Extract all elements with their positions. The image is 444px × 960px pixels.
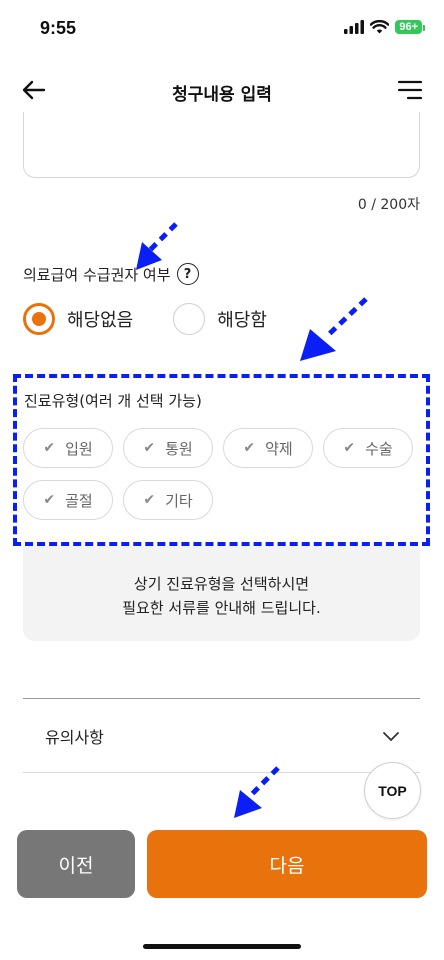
prev-button[interactable]: 이전 [17, 830, 135, 898]
chip-fracture[interactable]: ✔ 골절 [23, 480, 113, 520]
chip-label: 수술 [365, 439, 393, 458]
radio-label: 해당함 [217, 310, 267, 331]
chip-label: 기타 [165, 491, 193, 510]
chip-surgery[interactable]: ✔ 수술 [323, 428, 413, 468]
medical-aid-radio-group: 해당없음 해당함 [23, 303, 267, 335]
check-icon: ✔ [43, 492, 56, 508]
check-icon: ✔ [343, 440, 356, 456]
radio-checked-icon [23, 303, 55, 335]
chip-outpatient[interactable]: ✔ 통원 [123, 428, 213, 468]
chip-other[interactable]: ✔ 기타 [123, 480, 213, 520]
menu-button[interactable] [396, 76, 424, 104]
medical-aid-label: 의료급여 수급권자 여부 [23, 265, 171, 284]
chip-inpatient[interactable]: ✔ 입원 [23, 428, 113, 468]
info-box: 상기 진료유형을 선택하시면 필요한 서류를 안내해 드립니다. [23, 546, 420, 641]
battery-icon: 96+ [395, 20, 425, 34]
scroll-top-button[interactable]: TOP [364, 762, 421, 819]
notice-accordion[interactable]: 유의사항 [23, 700, 420, 772]
check-icon: ✔ [43, 440, 56, 456]
signal-icon [344, 20, 365, 34]
care-type-chips: ✔ 입원 ✔ 통원 ✔ 약제 ✔ 수술 ✔ 골절 ✔ 기타 [23, 428, 423, 520]
chip-label: 입원 [65, 439, 93, 458]
info-line-1: 상기 진료유형을 선택하시면 [133, 575, 310, 593]
home-indicator [143, 944, 301, 949]
chip-medication[interactable]: ✔ 약제 [223, 428, 313, 468]
char-counter: 0 / 200자 [357, 197, 420, 213]
notice-label: 유의사항 [45, 728, 104, 747]
radio-unchecked-icon [173, 303, 206, 335]
chip-label: 약제 [265, 439, 293, 458]
care-type-title: 진료유형(여러 개 선택 가능) [24, 392, 202, 410]
status-time: 9:55 [40, 18, 77, 38]
radio-applicable[interactable]: 해당함 [173, 303, 267, 335]
divider [23, 698, 420, 699]
annotation-arrow-icon [300, 297, 368, 361]
chip-label: 통원 [165, 439, 193, 458]
page-title: 청구내용 입력 [172, 85, 272, 105]
status-icons: 96+ [344, 20, 425, 34]
chip-label: 골절 [65, 491, 93, 510]
radio-not-applicable[interactable]: 해당없음 [23, 303, 133, 335]
check-icon: ✔ [243, 440, 256, 456]
help-icon[interactable]: ? [176, 263, 199, 285]
memo-textarea[interactable] [23, 112, 420, 178]
next-button[interactable]: 다음 [147, 830, 427, 898]
medical-aid-question: 의료급여 수급권자 여부 ? [23, 263, 199, 285]
info-line-2: 필요한 서류를 안내해 드립니다. [122, 599, 321, 617]
app-header: 청구내용 입력 [0, 62, 444, 118]
status-bar: 9:55 96+ [0, 0, 444, 56]
menu-icon [397, 80, 423, 100]
check-icon: ✔ [143, 440, 156, 456]
wifi-icon [370, 20, 390, 34]
radio-label: 해당없음 [67, 310, 134, 331]
divider [23, 772, 420, 773]
check-icon: ✔ [143, 492, 156, 508]
chevron-down-icon [383, 732, 399, 741]
